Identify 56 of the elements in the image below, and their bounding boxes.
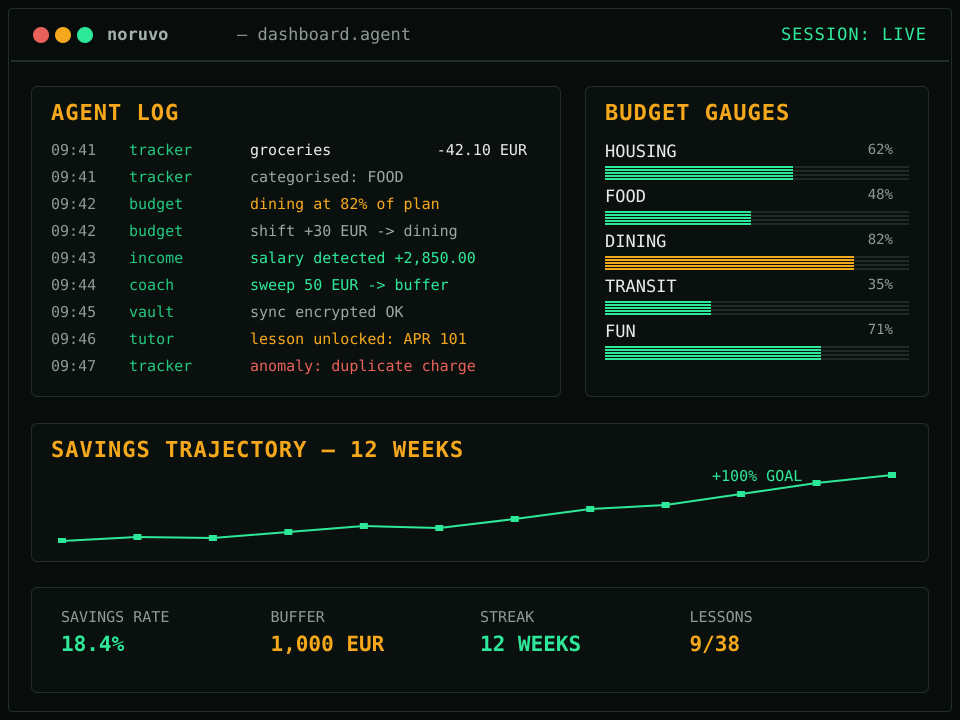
- close-icon[interactable]: [33, 26, 49, 42]
- log-message: categorised: FOOD: [250, 168, 404, 186]
- stat-value: 12 WEEKS: [480, 632, 582, 656]
- log-agent: income: [129, 248, 184, 266]
- log-time: 09:41: [51, 168, 98, 186]
- log-message: salary detected +2,850.00: [250, 248, 476, 266]
- gauge-label: DINING: [605, 232, 666, 252]
- log-time: 09:45: [51, 302, 98, 320]
- log-time: 09:47: [51, 356, 98, 374]
- log-time: 09:46: [51, 330, 98, 348]
- gauge-reading: 82%: [868, 232, 893, 250]
- stat-label: STREAK: [480, 608, 536, 626]
- log-agent: tracker: [129, 356, 194, 374]
- log-message: lesson unlocked: APR 101: [250, 330, 467, 348]
- log-agent: tracker: [129, 140, 194, 158]
- window-title: — dashboard.agent: [237, 24, 411, 44]
- panel-title: AGENT LOG: [51, 101, 180, 126]
- stat-label: LESSONS: [690, 608, 754, 626]
- gauge-reading: 35%: [868, 277, 893, 295]
- log-message: groceries: [250, 140, 332, 158]
- log-time: 09:41: [51, 140, 98, 158]
- log-message: shift +30 EUR -> dining: [250, 222, 458, 240]
- log-message: sync encrypted OK: [250, 302, 404, 320]
- panel-title: BUDGET GAUGES: [605, 101, 792, 126]
- log-time: 09:42: [51, 222, 98, 240]
- app-name: noruvo: [107, 24, 170, 44]
- panel-title: SAVINGS TRAJECTORY — 12 WEEKS: [51, 438, 466, 463]
- stat-value: 9/38: [690, 632, 742, 656]
- log-agent: budget: [129, 222, 184, 240]
- log-message: dining at 82% of plan: [250, 194, 440, 212]
- gauge-reading: 48%: [868, 187, 893, 205]
- log-agent: tutor: [129, 330, 176, 348]
- stat-value: 1,000 EUR: [270, 632, 386, 656]
- log-time: 09:42: [51, 194, 98, 212]
- gauge-label: HOUSING: [605, 142, 677, 162]
- maximize-icon[interactable]: [77, 26, 93, 42]
- session-status: SESSION: LIVE: [780, 24, 927, 44]
- gauge-label: FUN: [605, 322, 636, 342]
- log-agent: tracker: [129, 168, 194, 186]
- log-agent: coach: [129, 276, 176, 294]
- log-time: 09:44: [51, 276, 98, 294]
- stat-label: BUFFER: [270, 608, 326, 626]
- minimize-icon[interactable]: [55, 26, 71, 42]
- log-agent: vault: [129, 302, 176, 320]
- log-message: anomaly: duplicate charge: [250, 356, 476, 374]
- gauge-label: FOOD: [605, 187, 646, 207]
- gauge-reading: 71%: [868, 322, 893, 340]
- stat-label: SAVINGS RATE: [61, 608, 170, 626]
- log-time: 09:43: [51, 248, 98, 266]
- log-agent: budget: [129, 194, 184, 212]
- goal-annotation: +100% GOAL: [712, 467, 802, 485]
- log-message: sweep 50 EUR -> buffer: [250, 276, 449, 294]
- gauge-reading: 62%: [868, 142, 893, 160]
- log-amount: -42.10 EUR: [436, 140, 527, 158]
- gauge-label: TRANSIT: [605, 277, 677, 297]
- stat-value: 18.4%: [61, 632, 126, 656]
